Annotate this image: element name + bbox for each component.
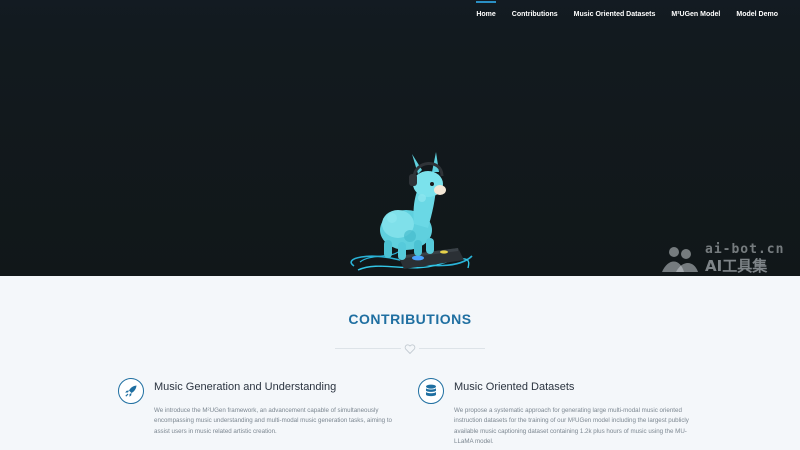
database-icon [426, 384, 436, 397]
nav-home[interactable]: Home [468, 0, 503, 18]
divider-line-right [419, 348, 485, 349]
section-divider [335, 343, 485, 355]
card-description: We introduce the M²UGen framework, an ad… [154, 407, 392, 435]
nav-model-demo[interactable]: Model Demo [728, 11, 786, 18]
card-title: Music Generation and Understanding [154, 381, 337, 393]
database-icon-badge [418, 378, 444, 404]
nav-music-oriented-datasets[interactable]: Music Oriented Datasets [566, 11, 664, 18]
nav-contributions[interactable]: Contributions [504, 11, 566, 18]
divider-line-left [335, 348, 401, 349]
nav-m2ugen-model[interactable]: M²UGen Model [663, 11, 728, 18]
watermark: ai-bot.cn AI工具集 [660, 242, 790, 275]
rocket-icon [125, 385, 137, 397]
heart-icon [404, 344, 416, 355]
contributions-heading: CONTRIBUTIONS [348, 311, 472, 327]
watermark-brand: AI工具集 [705, 257, 768, 275]
llama-dj-mascot-image [350, 152, 473, 271]
card-description: We propose a systematic approach for gen… [454, 407, 689, 446]
hero-banner: Home Contributions Music Oriented Datase… [0, 0, 800, 276]
watermark-logo-icon [662, 247, 698, 272]
rocket-icon-badge [118, 378, 144, 404]
top-navigation: Home Contributions Music Oriented Datase… [468, 0, 786, 28]
card-title: Music Oriented Datasets [454, 381, 575, 393]
